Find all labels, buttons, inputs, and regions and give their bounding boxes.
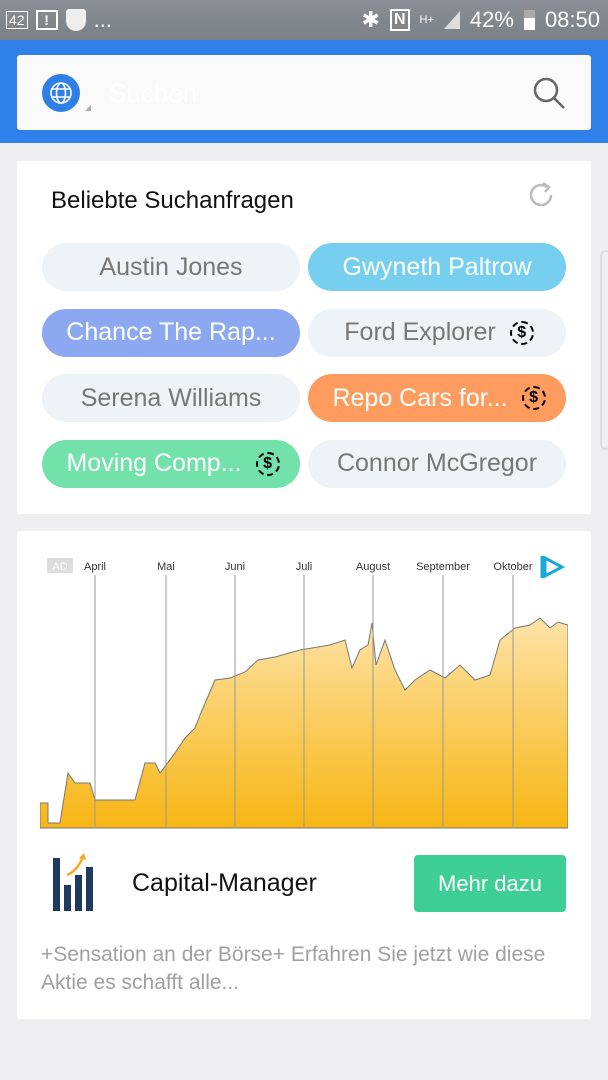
scrollbar[interactable] xyxy=(600,250,608,450)
notification-count-icon: 42 xyxy=(6,11,28,29)
month-label: August xyxy=(356,561,390,573)
search-icon[interactable] xyxy=(531,75,567,111)
refresh-icon[interactable] xyxy=(525,179,557,211)
chip-label: Connor McGregor xyxy=(336,449,538,477)
bluetooth-icon: ✱ xyxy=(361,7,380,32)
chip-label: Moving Comp... xyxy=(66,449,242,477)
signal-icon xyxy=(443,11,460,29)
month-label: Juli xyxy=(296,561,313,573)
chip-search-suggestion[interactable]: Connor McGregor xyxy=(308,439,566,488)
chip-label: Repo Cars for... xyxy=(332,383,508,412)
alert-icon: ! xyxy=(35,10,58,30)
video-play-icon xyxy=(540,555,566,579)
month-label: Mai xyxy=(157,561,175,573)
learn-more-button[interactable]: Mehr dazu xyxy=(414,855,566,912)
brand-logo xyxy=(53,853,93,911)
month-label: Oktober xyxy=(493,561,532,573)
chip-label: Chance The Rap... xyxy=(66,318,276,346)
popular-searches-card: Beliebte Suchanfragen Austin Jones Gwynet… xyxy=(17,161,591,514)
ad-description: +Sensation an der Börse+ Erfahren Sie je… xyxy=(41,943,546,994)
network-type-icon: H+ xyxy=(419,14,434,26)
more-notifications: ... xyxy=(93,7,112,32)
chip-search-suggestion[interactable]: Gwyneth Paltrow xyxy=(308,243,566,291)
chip-label: Serena Williams xyxy=(80,383,262,412)
ad-chart-image: AD April Mai Juni Juli August September Oktobe… xyxy=(40,555,568,829)
chip-label: Ford Explorer xyxy=(344,318,496,346)
chip-search-suggestion[interactable]: Moving Comp... $ xyxy=(42,439,300,488)
ad-brand-name: Capital-Manager xyxy=(132,869,317,897)
month-label: September xyxy=(416,561,470,573)
app-header xyxy=(0,40,608,143)
sponsored-dollar-icon: $ xyxy=(509,320,534,345)
engine-dropdown-icon[interactable] xyxy=(85,105,91,111)
ad-badge: AD xyxy=(52,561,67,573)
chip-label: Gwyneth Paltrow xyxy=(342,252,532,281)
globe-icon[interactable] xyxy=(42,74,80,112)
chip-search-suggestion[interactable]: Austin Jones xyxy=(42,243,300,291)
ad-card[interactable]: AD April Mai Juni Juli August September Oktobe… xyxy=(17,531,591,1019)
sponsored-dollar-icon: $ xyxy=(521,386,546,410)
chip-search-suggestion[interactable]: Chance The Rap... xyxy=(42,308,300,357)
chip-search-suggestion[interactable]: Serena Williams xyxy=(42,374,300,422)
clock: 08:50 xyxy=(544,7,600,32)
sponsored-dollar-icon: $ xyxy=(255,451,280,476)
nfc-icon: N xyxy=(389,9,410,31)
battery-icon xyxy=(523,10,535,30)
month-label: Juni xyxy=(225,561,245,573)
status-bar: 42 ! ... ✱ N H+ 42% 08:50 xyxy=(0,0,608,40)
shield-icon xyxy=(65,9,86,31)
battery-percent: 42% xyxy=(469,7,514,32)
search-input[interactable] xyxy=(109,75,489,111)
chip-label: Austin Jones xyxy=(99,252,243,281)
chip-search-suggestion[interactable]: Repo Cars for... $ xyxy=(308,374,566,422)
section-title: Beliebte Suchanfragen xyxy=(51,187,294,214)
search-bar xyxy=(17,55,591,130)
chip-search-suggestion[interactable]: Ford Explorer $ xyxy=(308,308,566,357)
month-label: April xyxy=(84,561,106,573)
